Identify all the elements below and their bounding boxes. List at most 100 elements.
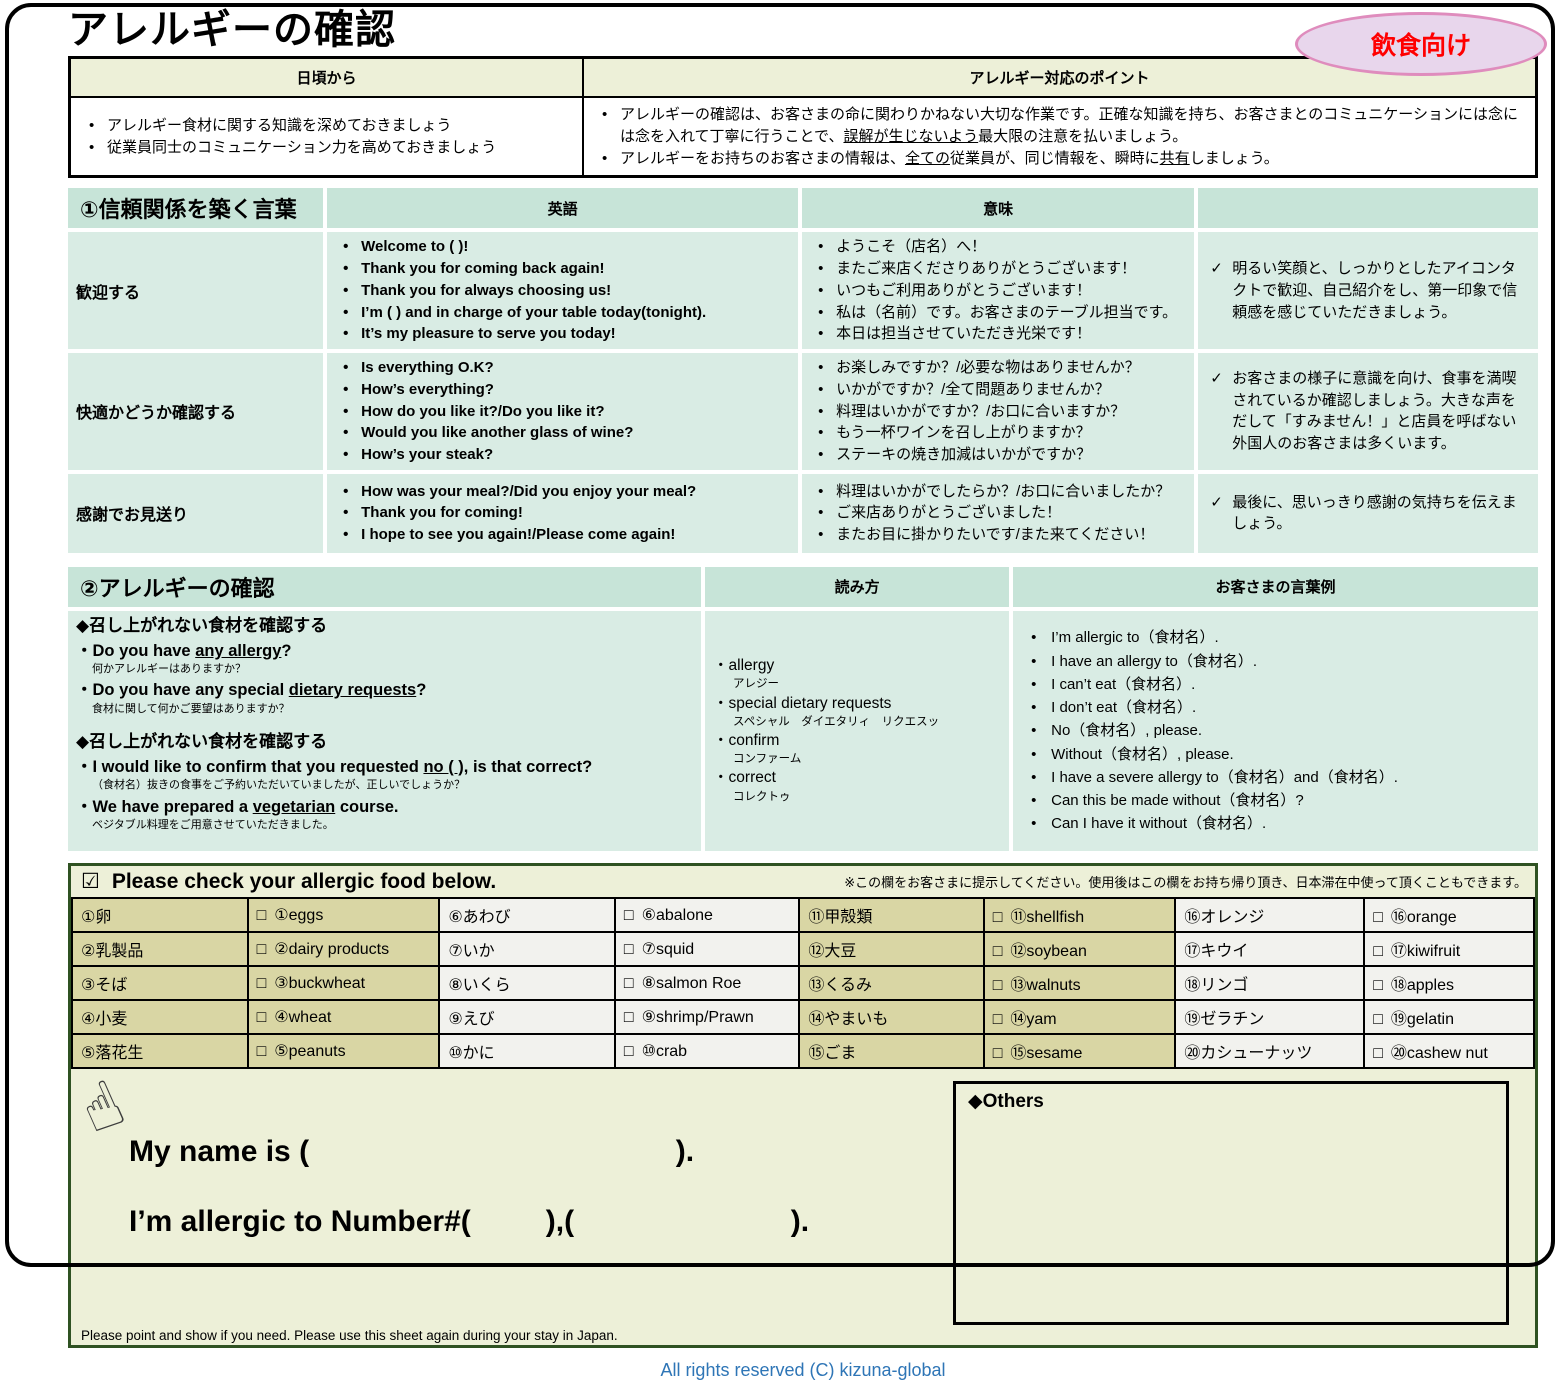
allergen-en: ⑦squid <box>642 941 695 958</box>
list-item: お客さまの様子に意識を向け、食事を満喫されているか確認しましょう。大きな声をだし… <box>1206 368 1530 455</box>
checkbox-icon[interactable]: □ <box>624 975 634 993</box>
advice-list: お客さまの様子に意識を向け、食事を満喫されているか確認しましょう。大きな声をだし… <box>1206 368 1530 455</box>
allergen-en-cell: □⑤peanuts <box>248 1034 440 1068</box>
phrase: ・I would like to confirm that you reques… <box>76 756 693 778</box>
allergen-row: ④小麦 □④wheat ⑨えび □⑨shrimp/Prawn ⑭やまいも □⑭y… <box>72 1000 1534 1034</box>
list-item: Can I have it without（食材名）. <box>1021 812 1530 835</box>
list-item: I hope to see you again!/Please come aga… <box>335 524 790 546</box>
list-item: How do you like it?/Do you like it? <box>335 401 790 423</box>
checklist-footnote: Please point and show if you need. Pleas… <box>81 1328 618 1343</box>
section2-title: ②アレルギーの確認 <box>68 567 701 607</box>
reading-kana: アレジー <box>713 676 1001 693</box>
allergen-en-cell: □ ②dairy products <box>248 932 440 966</box>
checkbox-icon[interactable]: □ <box>257 1043 267 1061</box>
allergen-jp: ⑭やまいも <box>799 1000 983 1034</box>
checkbox-icon[interactable]: □ <box>624 941 634 959</box>
checkbox-icon[interactable]: □ <box>624 907 634 925</box>
list-item: I’m allergic to（食材名）. <box>1021 626 1530 649</box>
allergen-jp: ⑯オレンジ <box>1175 898 1364 932</box>
section2-col-reading: 読み方 <box>705 567 1009 607</box>
section2-table: ②アレルギーの確認 読み方 お客さまの言葉例 ◆召し上がれない食材を確認する ・… <box>64 563 1542 856</box>
checkbox-icon[interactable]: □ <box>1373 909 1383 927</box>
pointing-hand-icon: ☝ <box>70 1067 136 1150</box>
section1-table: ①信頼関係を築く言葉 英語 意味 歓迎する Welcome to ( )!Tha… <box>64 184 1542 557</box>
allergen-en-cell: □ ①eggs <box>248 898 440 932</box>
meaning-list: お楽しみですか？/必要な物はありませんか？いかがですか？/全て問題ありませんか？… <box>810 357 1186 466</box>
checkbox-icon[interactable]: □ <box>993 1045 1003 1063</box>
allergen-en: ⑩crab <box>642 1043 687 1060</box>
phrase: ・Do you have any allergy? <box>76 640 693 662</box>
checkbox-icon[interactable]: □ <box>1373 977 1383 995</box>
meaning-list: ようこそ（店名）へ！またご来店くださりありがとうございます！いつもご利用ありがと… <box>810 236 1186 345</box>
group-heading: ◆召し上がれない食材を確認する <box>76 615 693 638</box>
checkbox-icon[interactable]: □ <box>993 943 1003 961</box>
allergen-en-cell: □ ⑩crab <box>615 1034 799 1068</box>
intro-right-list: アレルギーの確認は、お客さまの命に関わりかねない大切な作業です。正確な知識を持ち… <box>594 104 1525 169</box>
checkbox-icon[interactable]: □ <box>993 909 1003 927</box>
checkbox-icon[interactable]: □ <box>257 1009 267 1027</box>
phrase: ・We have prepared a vegetarian course. <box>76 796 693 818</box>
allergen-en-cell: □ ⑥abalone <box>615 898 799 932</box>
phrase-translation: 食材に関して何かご要望はありますか？ <box>76 702 693 717</box>
list-item: Is everything O.K? <box>335 357 790 379</box>
audience-badge: 飲食向け <box>1295 12 1547 76</box>
list-item: ご来店ありがとうございました！ <box>810 502 1186 524</box>
allergen-jp: ⑩かに <box>439 1034 615 1068</box>
list-item: I don’t eat（食材名）. <box>1021 696 1530 719</box>
row-label: 感謝でお見送り <box>68 474 323 553</box>
section1-title: ①信頼関係を築く言葉 <box>68 188 323 228</box>
intro-table: 日頃から アレルギー対応のポイント アレルギー食材に関する知識を深めておきましょ… <box>68 56 1538 178</box>
list-item: ようこそ（店名）へ！ <box>810 236 1186 258</box>
allergen-jp: ①卵 <box>72 898 248 932</box>
allergen-row: ⑤落花生 □⑤peanuts ⑩かに □⑩crab ⑮ごま □⑮sesame ⑳… <box>72 1034 1534 1068</box>
allergen-en-cell: □⑯orange <box>1364 898 1534 932</box>
list-item: いつもご利用ありがとうございます！ <box>810 280 1186 302</box>
examples-list: I’m allergic to（食材名）.I have an allergy t… <box>1021 626 1530 835</box>
checkbox-icon[interactable]: □ <box>1373 1011 1383 1029</box>
checkbox-icon[interactable]: □ <box>624 1043 634 1061</box>
checkbox-icon[interactable]: □ <box>624 1009 634 1027</box>
english-list: How was your meal?/Did you enjoy your me… <box>335 481 790 546</box>
allergen-en: ⑭yam <box>1010 1011 1056 1028</box>
others-writein-box[interactable]: ◆Others <box>953 1081 1509 1325</box>
list-item: Thank you for coming! <box>335 502 790 524</box>
group-heading: ◆召し上がれない食材を確認する <box>76 731 693 754</box>
allergen-jp: ⑦いか <box>439 932 615 966</box>
checkbox-icon[interactable]: □ <box>257 907 267 925</box>
checkbox-icon[interactable]: □ <box>993 977 1003 995</box>
allergen-en: ⑥abalone <box>642 907 713 924</box>
checkbox-icon[interactable]: □ <box>1373 1045 1383 1063</box>
allergen-row: ③そば □③buckwheat ⑧いくら □⑧salmon Roe ⑬くるみ □… <box>72 966 1534 1000</box>
list-item: Welcome to ( )! <box>335 236 790 258</box>
allergen-en-cell: □⑪shellfish <box>984 898 1176 932</box>
allergen-jp: ⑱リンゴ <box>1175 966 1364 1000</box>
list-item: No（食材名）, please. <box>1021 719 1530 742</box>
allergen-jp: ⑥あわび <box>439 898 615 932</box>
checkbox-icon[interactable]: □ <box>993 1011 1003 1029</box>
allergen-en: ②dairy products <box>274 941 389 958</box>
list-item: 最後に、思いっきり感謝の気持ちを伝えましょう。 <box>1206 492 1530 536</box>
checkbox-icon[interactable]: □ <box>257 975 267 993</box>
row-label: 快適かどうか確認する <box>68 353 323 470</box>
allergen-jp: ⑲ゼラチン <box>1175 1000 1364 1034</box>
phrase-translation: （食材名）抜きの食事をご予約いただいていましたが、正しいでしょうか？ <box>76 778 693 793</box>
reading-word: special dietary requests <box>713 694 1001 714</box>
allergen-en: ①eggs <box>274 907 323 924</box>
allergen-row: ②乳製品 □②dairy products ⑦いか □⑦squid ⑫大豆 □⑫… <box>72 932 1534 966</box>
list-item: I can’t eat（食材名）. <box>1021 673 1530 696</box>
checklist-note: ※この欄をお客さまに提示してください。使用後はこの欄をお持ち帰り頂き、日本滞在中… <box>844 872 1527 891</box>
allergen-en: ⑨shrimp/Prawn <box>642 1009 754 1026</box>
others-label: ◆Others <box>968 1090 1494 1113</box>
english-list: Welcome to ( )!Thank you for coming back… <box>335 236 790 345</box>
allergen-en: ⑧salmon Roe <box>642 975 742 992</box>
intro-left-header: 日頃から <box>70 58 583 98</box>
section2: ②アレルギーの確認 読み方 お客さまの言葉例 ◆召し上がれない食材を確認する ・… <box>64 563 1542 856</box>
checkbox-icon[interactable]: □ <box>257 941 267 959</box>
checkbox-icon[interactable]: □ <box>1373 943 1383 961</box>
checked-box-icon: ☑ <box>81 870 100 893</box>
allergen-jp: ⑤落花生 <box>72 1034 248 1068</box>
section1-col-meaning: 意味 <box>802 188 1194 228</box>
list-item: 本日は担当させていただき光栄です！ <box>810 323 1186 345</box>
list-item: いかがですか？/全て問題ありませんか？ <box>810 379 1186 401</box>
allergen-en-cell: □⑬walnuts <box>984 966 1176 1000</box>
